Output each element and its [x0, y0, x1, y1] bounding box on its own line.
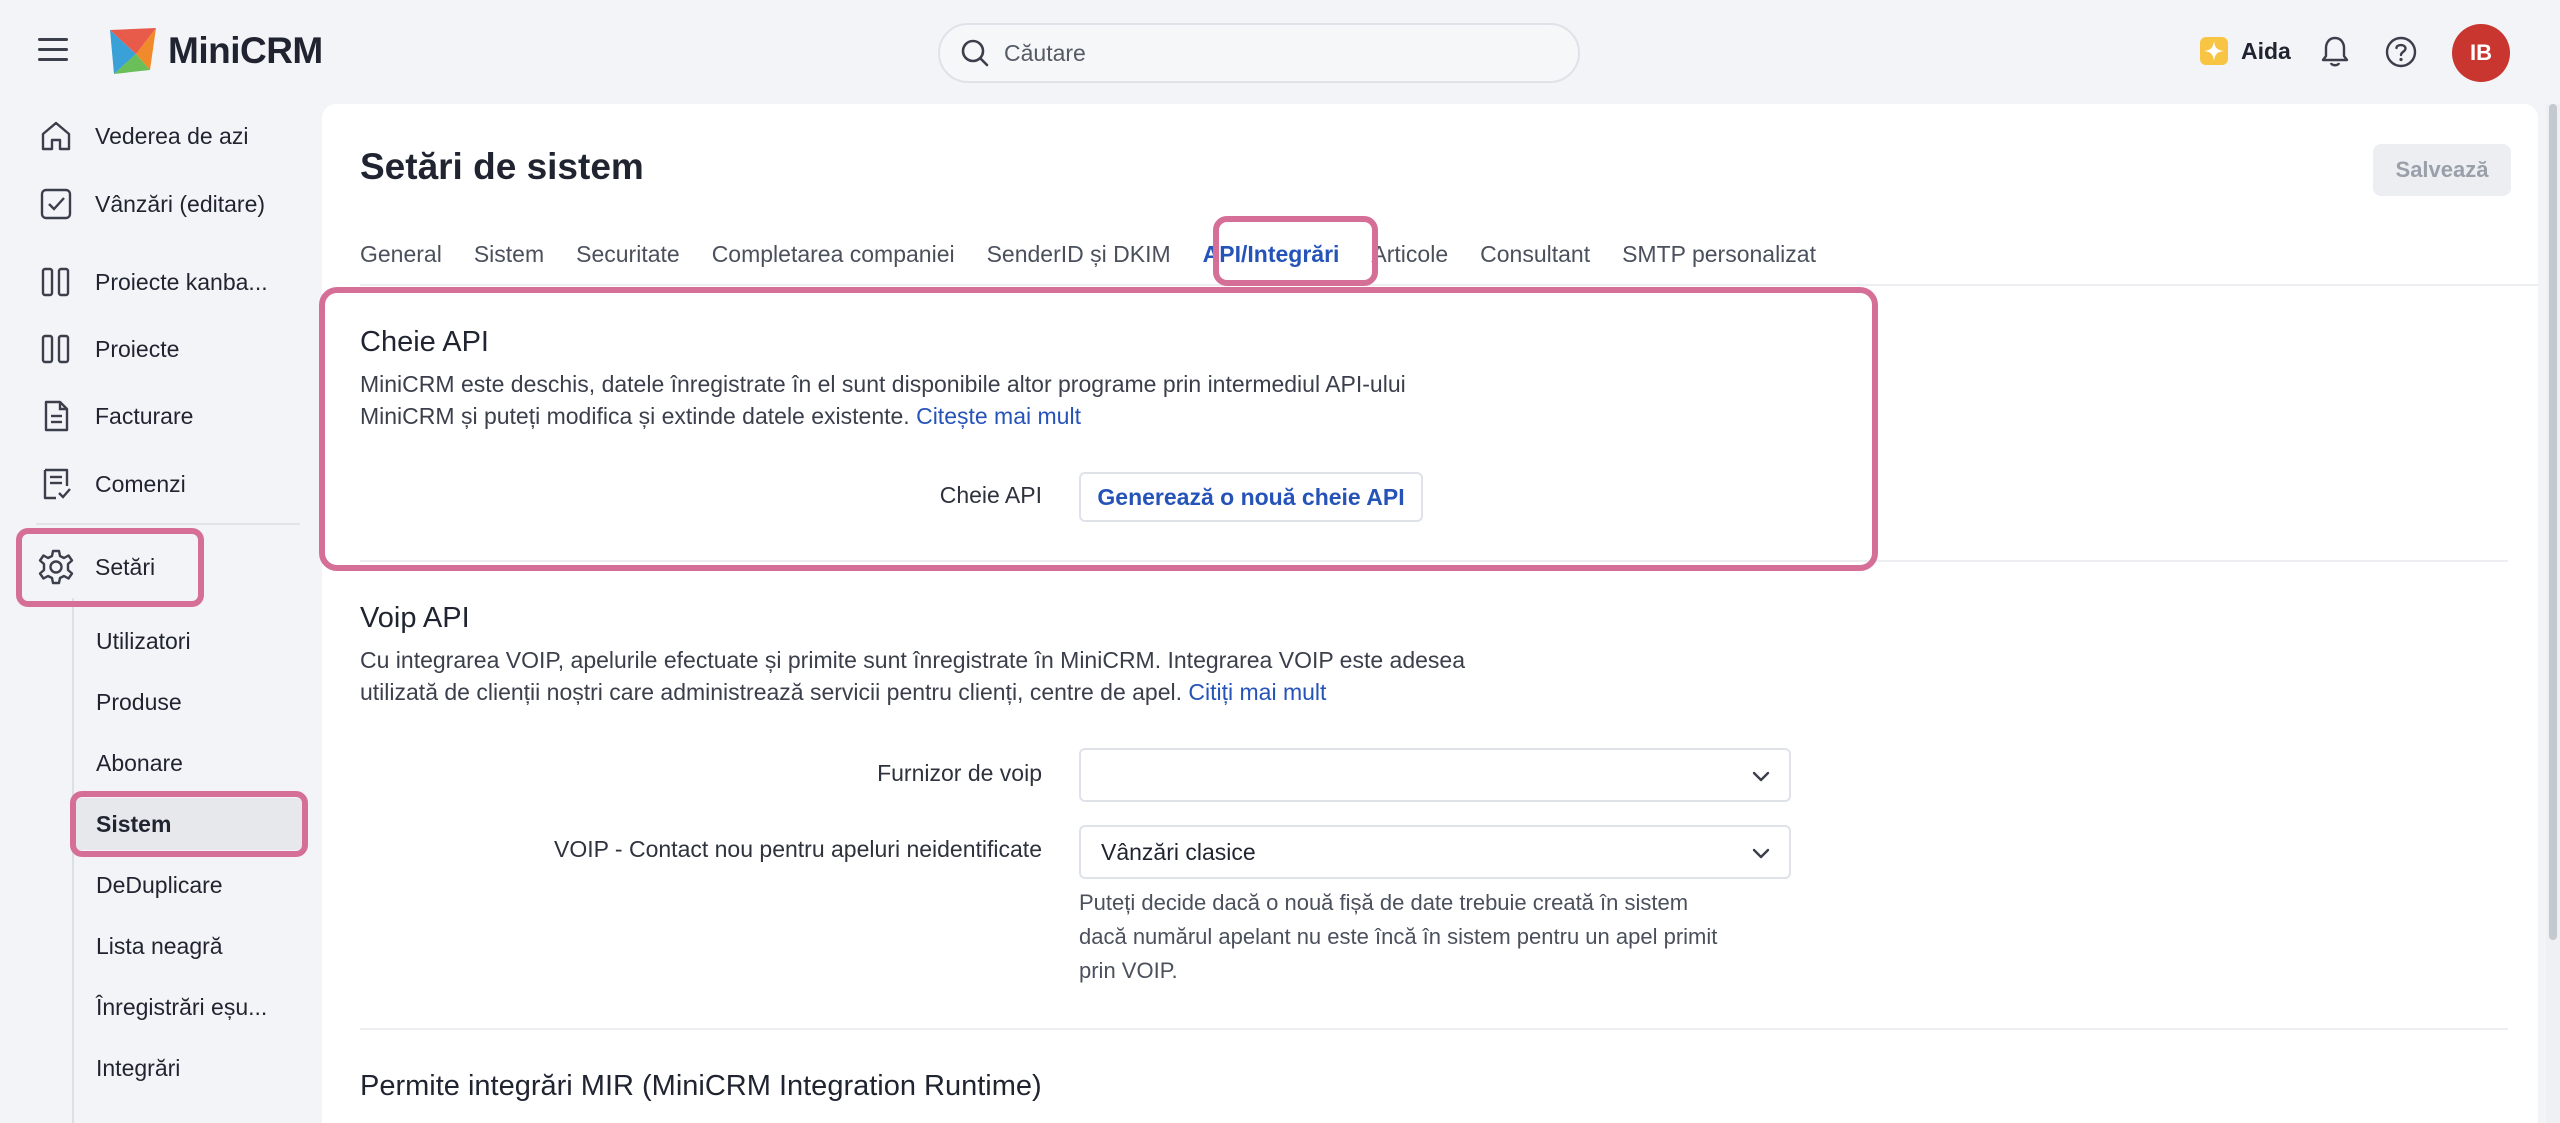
sidebar-sub-item-label: Integrări	[96, 1054, 181, 1081]
tab-general[interactable]: General	[360, 234, 442, 284]
aida-sparkle-icon	[2200, 37, 2228, 65]
page-title: Setări de sistem	[360, 146, 644, 187]
api-key-label: Cheie API	[939, 482, 1042, 508]
top-bar: MiniCRM Aida IB	[0, 0, 2560, 104]
sidebar-item-label: Vânzări (editare)	[95, 190, 266, 217]
kanban-icon	[37, 263, 75, 301]
sidebar-sub-item-label: Înregistrări eșu...	[96, 993, 268, 1020]
mir-section-title: Permite integrări MIR (MiniCRM Integrati…	[360, 1070, 1042, 1102]
tabs-divider	[360, 284, 2538, 286]
sidebar-sub-item-failed-records[interactable]: Înregistrări eșu...	[72, 981, 302, 1033]
voip-provider-label: Furnizor de voip	[877, 760, 1042, 786]
voip-help-line: Puteți decide dacă o nouă fișă de date t…	[1079, 890, 1689, 915]
sidebar-sub-item-label: Sistem	[96, 810, 172, 837]
minicrm-logo-icon	[110, 28, 156, 74]
bell-icon	[2321, 36, 2349, 67]
voip-read-more-link[interactable]: Citiți mai mult	[1188, 679, 1326, 705]
section-divider	[360, 560, 2508, 562]
sidebar-sub-item-deduplication[interactable]: DeDuplicare	[72, 859, 302, 911]
sidebar-item-label: Facturare	[95, 402, 194, 429]
sidebar-item-settings[interactable]: Setări	[20, 537, 300, 597]
sidebar-sub-item-system[interactable]: Sistem	[72, 798, 302, 850]
sidebar-item-kanban-projects[interactable]: Proiecte kanba...	[20, 252, 300, 312]
voip-section-description: Cu integrarea VOIP, apelurile efectuate …	[360, 644, 1560, 708]
aida-label: Aida	[2241, 37, 2291, 64]
api-section-description: MiniCRM este deschis, datele înregistrat…	[360, 368, 1560, 432]
sidebar-divider	[36, 523, 300, 525]
sidebar: Vederea de azi Vânzări (editare) Proiect…	[0, 104, 320, 1123]
voip-contact-select[interactable]: Vânzări clasice	[1079, 825, 1791, 879]
search-icon	[961, 39, 989, 67]
voip-provider-select[interactable]	[1079, 748, 1791, 802]
scrollbar-thumb[interactable]	[2549, 104, 2557, 940]
voip-contact-label: VOIP - Contact nou pentru apeluri neiden…	[554, 836, 1042, 862]
kanban-icon	[37, 330, 75, 368]
gear-icon	[37, 548, 75, 586]
voip-help-line: dacă numărul apelant nu este încă în sis…	[1079, 924, 1718, 949]
search-input[interactable]	[1004, 39, 1524, 67]
checkbox-icon	[37, 186, 75, 223]
api-desc-text: MiniCRM și puteți modifica și extinde da…	[360, 403, 910, 429]
api-desc-line: MiniCRM este deschis, datele înregistrat…	[360, 371, 1406, 397]
tab-api-integrations[interactable]: API/Integrări	[1203, 234, 1340, 284]
sidebar-sub-item-label: Utilizatori	[96, 627, 191, 654]
settings-tabs: General Sistem Securitate Completarea co…	[360, 234, 1848, 284]
generate-api-key-button[interactable]: Generează o nouă cheie API	[1079, 472, 1423, 522]
sidebar-sub-item-blacklist[interactable]: Lista neagră	[72, 920, 302, 972]
app-logo[interactable]: MiniCRM	[106, 24, 323, 78]
order-icon	[37, 465, 75, 503]
chevron-down-icon	[1752, 771, 1770, 782]
sidebar-item-label: Vederea de azi	[95, 122, 249, 149]
tab-articles[interactable]: Articole	[1371, 234, 1448, 284]
voip-contact-value: Vânzări clasice	[1101, 838, 1256, 865]
help-button[interactable]	[2383, 34, 2419, 75]
tab-company-completion[interactable]: Completarea companiei	[712, 234, 955, 284]
sidebar-item-today[interactable]: Vederea de azi	[20, 106, 300, 166]
main-scrollbar[interactable]	[2546, 104, 2560, 1123]
sidebar-item-sales[interactable]: Vânzări (editare)	[20, 186, 300, 236]
sidebar-sub-item-integrations[interactable]: Integrări	[72, 1042, 302, 1094]
sidebar-sub-item-products[interactable]: Produse	[72, 676, 302, 728]
main-panel: Setări de sistem Salvează General Sistem…	[322, 104, 2538, 1123]
tab-security[interactable]: Securitate	[576, 234, 680, 284]
tab-custom-smtp[interactable]: SMTP personalizat	[1622, 234, 1816, 284]
voip-contact-help: Puteți decide dacă o nouă fișă de date t…	[1079, 886, 1799, 988]
voip-desc-line-2: utilizată de clienții noștri care admini…	[360, 676, 1560, 708]
menu-icon[interactable]	[38, 38, 68, 66]
api-desc-line-2: MiniCRM și puteți modifica și extinde da…	[360, 400, 1560, 432]
voip-section-title: Voip API	[360, 602, 470, 634]
tab-consultant[interactable]: Consultant	[1480, 234, 1590, 284]
sidebar-sub-item-subscription[interactable]: Abonare	[72, 737, 302, 789]
help-icon	[2385, 36, 2417, 68]
sidebar-item-invoicing[interactable]: Facturare	[20, 386, 300, 446]
sidebar-sub-item-label: Lista neagră	[96, 932, 223, 959]
chevron-down-icon	[1752, 848, 1770, 859]
document-icon	[37, 397, 75, 435]
sidebar-item-orders[interactable]: Comenzi	[20, 454, 300, 514]
sidebar-item-label: Comenzi	[95, 470, 186, 497]
sidebar-item-label: Setări	[95, 553, 156, 580]
sidebar-item-label: Proiecte	[95, 335, 180, 362]
search-box[interactable]	[938, 23, 1580, 83]
tab-system[interactable]: Sistem	[474, 234, 544, 284]
app-name: MiniCRM	[168, 30, 323, 71]
notifications-button[interactable]	[2318, 34, 2352, 75]
sidebar-item-projects[interactable]: Proiecte	[20, 319, 300, 379]
home-icon	[37, 117, 75, 155]
voip-help-line: prin VOIP.	[1079, 958, 1178, 983]
voip-desc-line: Cu integrarea VOIP, apelurile efectuate …	[360, 647, 1465, 673]
api-read-more-link[interactable]: Citește mai mult	[916, 403, 1081, 429]
voip-desc-text: utilizată de clienții noștri care admini…	[360, 679, 1183, 705]
aida-button[interactable]: Aida	[2197, 34, 2291, 68]
sidebar-sub-item-label: Abonare	[96, 749, 183, 776]
tab-senderid-dkim[interactable]: SenderID și DKIM	[987, 234, 1171, 284]
sidebar-sub-item-label: DeDuplicare	[96, 871, 223, 898]
save-button[interactable]: Salvează	[2373, 144, 2511, 196]
sidebar-sub-item-users[interactable]: Utilizatori	[72, 615, 302, 667]
sidebar-item-label: Proiecte kanba...	[95, 268, 268, 295]
api-section-title: Cheie API	[360, 326, 489, 358]
section-divider	[360, 1028, 2508, 1030]
sidebar-sub-item-label: Produse	[96, 688, 182, 715]
user-avatar[interactable]: IB	[2452, 24, 2510, 82]
